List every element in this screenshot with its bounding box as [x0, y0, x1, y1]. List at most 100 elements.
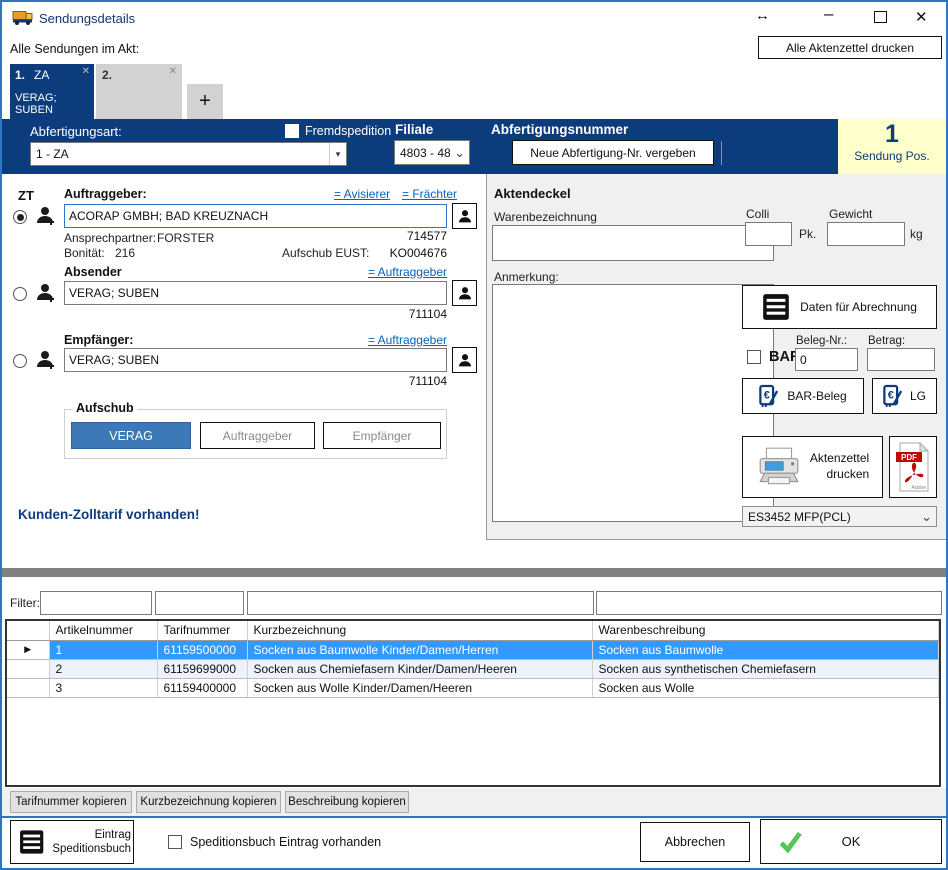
speditionsbuch-checkbox[interactable] [168, 835, 182, 849]
chevron-down-icon[interactable]: ⌄ [917, 509, 936, 525]
filter-artikelnummer-input[interactable] [40, 591, 152, 615]
article-table: Artikelnummer Tarifnummer Kurzbezeichnun… [5, 619, 941, 787]
maximize-icon[interactable] [874, 11, 887, 23]
column-header-warenbeschreibung[interactable]: Warenbeschreibung [592, 621, 939, 640]
absender-input[interactable] [64, 281, 447, 305]
minimize-icon[interactable]: – [824, 4, 833, 24]
cell-warenbeschreibung[interactable]: Socken aus Wolle [592, 678, 939, 697]
table-row[interactable]: 3 61159400000 Socken aus Wolle Kinder/Da… [7, 678, 939, 697]
copy-button-strip: Tarifnummer kopieren Kurzbezeichnung kop… [2, 788, 946, 816]
separator-bar [2, 568, 946, 577]
abfertigungsart-select[interactable]: 1 - ZA ▾ [30, 142, 347, 166]
add-tab-button[interactable]: + [187, 84, 223, 119]
cell-kurzbezeichnung[interactable]: Socken aus Chemiefasern Kinder/Damen/Hee… [247, 659, 592, 678]
dispatch-bar: Abfertigungsart: 1 - ZA ▾ Fremdspedition… [2, 119, 946, 174]
filter-kurzbezeichnung-input[interactable] [247, 591, 594, 615]
add-contact-icon[interactable] [34, 203, 58, 232]
column-header-tarifnummer[interactable]: Tarifnummer [157, 621, 247, 640]
resize-icon[interactable]: ↔ [755, 7, 770, 24]
new-abfertigungsnummer-button[interactable]: Neue Abfertigung-Nr. vergeben [512, 140, 714, 165]
fraechter-link[interactable]: = Frächter [402, 187, 457, 201]
bar-checkbox[interactable] [747, 350, 761, 364]
warenbezeichnung-input[interactable] [492, 225, 774, 261]
filiale-value: 4803 - 480 [395, 146, 450, 160]
close-icon[interactable]: ✕ [915, 8, 928, 26]
column-header-artikelnummer[interactable]: Artikelnummer [49, 621, 157, 640]
cell-artikelnummer[interactable]: 3 [49, 678, 157, 697]
auftraggeber-label: Auftraggeber: [64, 187, 147, 201]
beleg-nr-input[interactable] [795, 348, 858, 371]
abrechnung-button[interactable]: Daten für Abrechnung [742, 285, 937, 329]
auftraggeber-radio[interactable] [13, 210, 27, 224]
betrag-input[interactable] [867, 348, 935, 371]
beleg-nr-label: Beleg-Nr.: [796, 335, 847, 347]
column-header-kurzbezeichnung[interactable]: Kurzbezeichnung [247, 621, 592, 640]
print-all-aktenzettel-button[interactable]: Alle Aktenzettel drucken [758, 36, 942, 59]
absender-radio[interactable] [13, 287, 27, 301]
bar-beleg-button[interactable]: € BAR-Beleg [742, 378, 864, 414]
cell-kurzbezeichnung[interactable]: Socken aus Wolle Kinder/Damen/Heeren [247, 678, 592, 697]
bonitaet-label: Bonität: [64, 246, 105, 260]
cell-warenbeschreibung[interactable]: Socken aus synthetischen Chemiefasern [592, 659, 939, 678]
copy-tarifnummer-button[interactable]: Tarifnummer kopieren [10, 791, 132, 813]
cell-kurzbezeichnung[interactable]: Socken aus Baumwolle Kinder/Damen/Herren [247, 640, 592, 659]
cell-tarifnummer[interactable]: 61159500000 [157, 640, 247, 659]
tab-close-icon[interactable]: ✕ [169, 66, 177, 77]
abrechnung-label: Daten für Abrechnung [800, 300, 917, 314]
auftraggeber-input[interactable] [64, 204, 447, 228]
filter-tarifnummer-input[interactable] [155, 591, 244, 615]
gewicht-input[interactable] [827, 222, 905, 246]
cancel-button[interactable]: Abbrechen [640, 822, 750, 862]
pdf-button[interactable]: PDFAdobe [889, 436, 937, 498]
table-header-row: Artikelnummer Tarifnummer Kurzbezeichnun… [7, 621, 939, 640]
shipment-tab-2[interactable]: 2. ✕ [96, 64, 182, 119]
printer-select[interactable]: ES3452 MFP(PCL) ⌄ [742, 506, 937, 527]
empfaenger-contact-button[interactable] [452, 347, 477, 373]
auftraggeber-contact-button[interactable] [452, 203, 477, 229]
zt-label: ZT [18, 188, 34, 203]
svg-text:€: € [888, 389, 894, 401]
aufschub-legend: Aufschub [73, 401, 137, 415]
position-counter: 1 Sendung Pos. [838, 119, 946, 174]
pdf-icon: PDFAdobe [896, 441, 930, 493]
shipment-tab-1[interactable]: 1. ZA ✕ VERAG; SUBEN [10, 64, 94, 119]
cell-warenbeschreibung[interactable]: Socken aus Baumwolle [592, 640, 939, 659]
svg-text:€: € [764, 389, 770, 401]
filter-warenbeschreibung-input[interactable] [596, 591, 942, 615]
aktenzettel-drucken-button[interactable]: Aktenzettel drucken [742, 436, 883, 498]
cell-artikelnummer[interactable]: 2 [49, 659, 157, 678]
copy-beschreibung-button[interactable]: Beschreibung kopieren [285, 791, 409, 813]
truck-icon [12, 9, 34, 31]
copy-kurzbezeichnung-button[interactable]: Kurzbezeichnung kopieren [136, 791, 281, 813]
add-contact-icon[interactable] [34, 280, 58, 309]
fremdspedition-checkbox[interactable] [285, 124, 299, 138]
ok-button[interactable]: OK [760, 819, 942, 864]
lg-button[interactable]: € LG [872, 378, 937, 414]
aufschub-verag-button[interactable]: VERAG [71, 422, 191, 449]
table-row[interactable]: ▶ 1 61159500000 Socken aus Baumwolle Kin… [7, 640, 939, 659]
cell-tarifnummer[interactable]: 61159400000 [157, 678, 247, 697]
filiale-select[interactable]: 4803 - 480 ⌄ [394, 140, 470, 165]
gewicht-label: Gewicht [829, 207, 872, 221]
dropdown-arrow-icon[interactable]: ▾ [329, 143, 346, 165]
anmerkung-input[interactable] [492, 284, 774, 522]
empfaenger-input[interactable] [64, 348, 447, 372]
list-icon [19, 829, 44, 855]
empfaenger-equals-auftraggeber-link[interactable]: = Auftraggeber [332, 333, 447, 347]
colli-input[interactable] [745, 222, 792, 246]
aufschub-empfaenger-button[interactable]: Empfänger [323, 422, 441, 449]
aufschub-auftraggeber-button[interactable]: Auftraggeber [200, 422, 315, 449]
cell-artikelnummer[interactable]: 1 [49, 640, 157, 659]
empfaenger-radio[interactable] [13, 354, 27, 368]
absender-contact-button[interactable] [452, 280, 477, 306]
pdf-banner-text: PDF [901, 453, 917, 462]
table-row[interactable]: 2 61159699000 Socken aus Chemiefasern Ki… [7, 659, 939, 678]
cell-tarifnummer[interactable]: 61159699000 [157, 659, 247, 678]
tab-close-icon[interactable]: ✕ [82, 66, 90, 77]
speditionsbuch-entry-button[interactable]: Eintrag Speditionsbuch [10, 820, 134, 864]
empfaenger-label: Empfänger: [64, 333, 133, 347]
avisierer-link[interactable]: = Avisierer [334, 187, 390, 201]
add-contact-icon[interactable] [34, 347, 58, 376]
chevron-down-icon[interactable]: ⌄ [450, 145, 469, 161]
absender-equals-auftraggeber-link[interactable]: = Auftraggeber [332, 265, 447, 279]
